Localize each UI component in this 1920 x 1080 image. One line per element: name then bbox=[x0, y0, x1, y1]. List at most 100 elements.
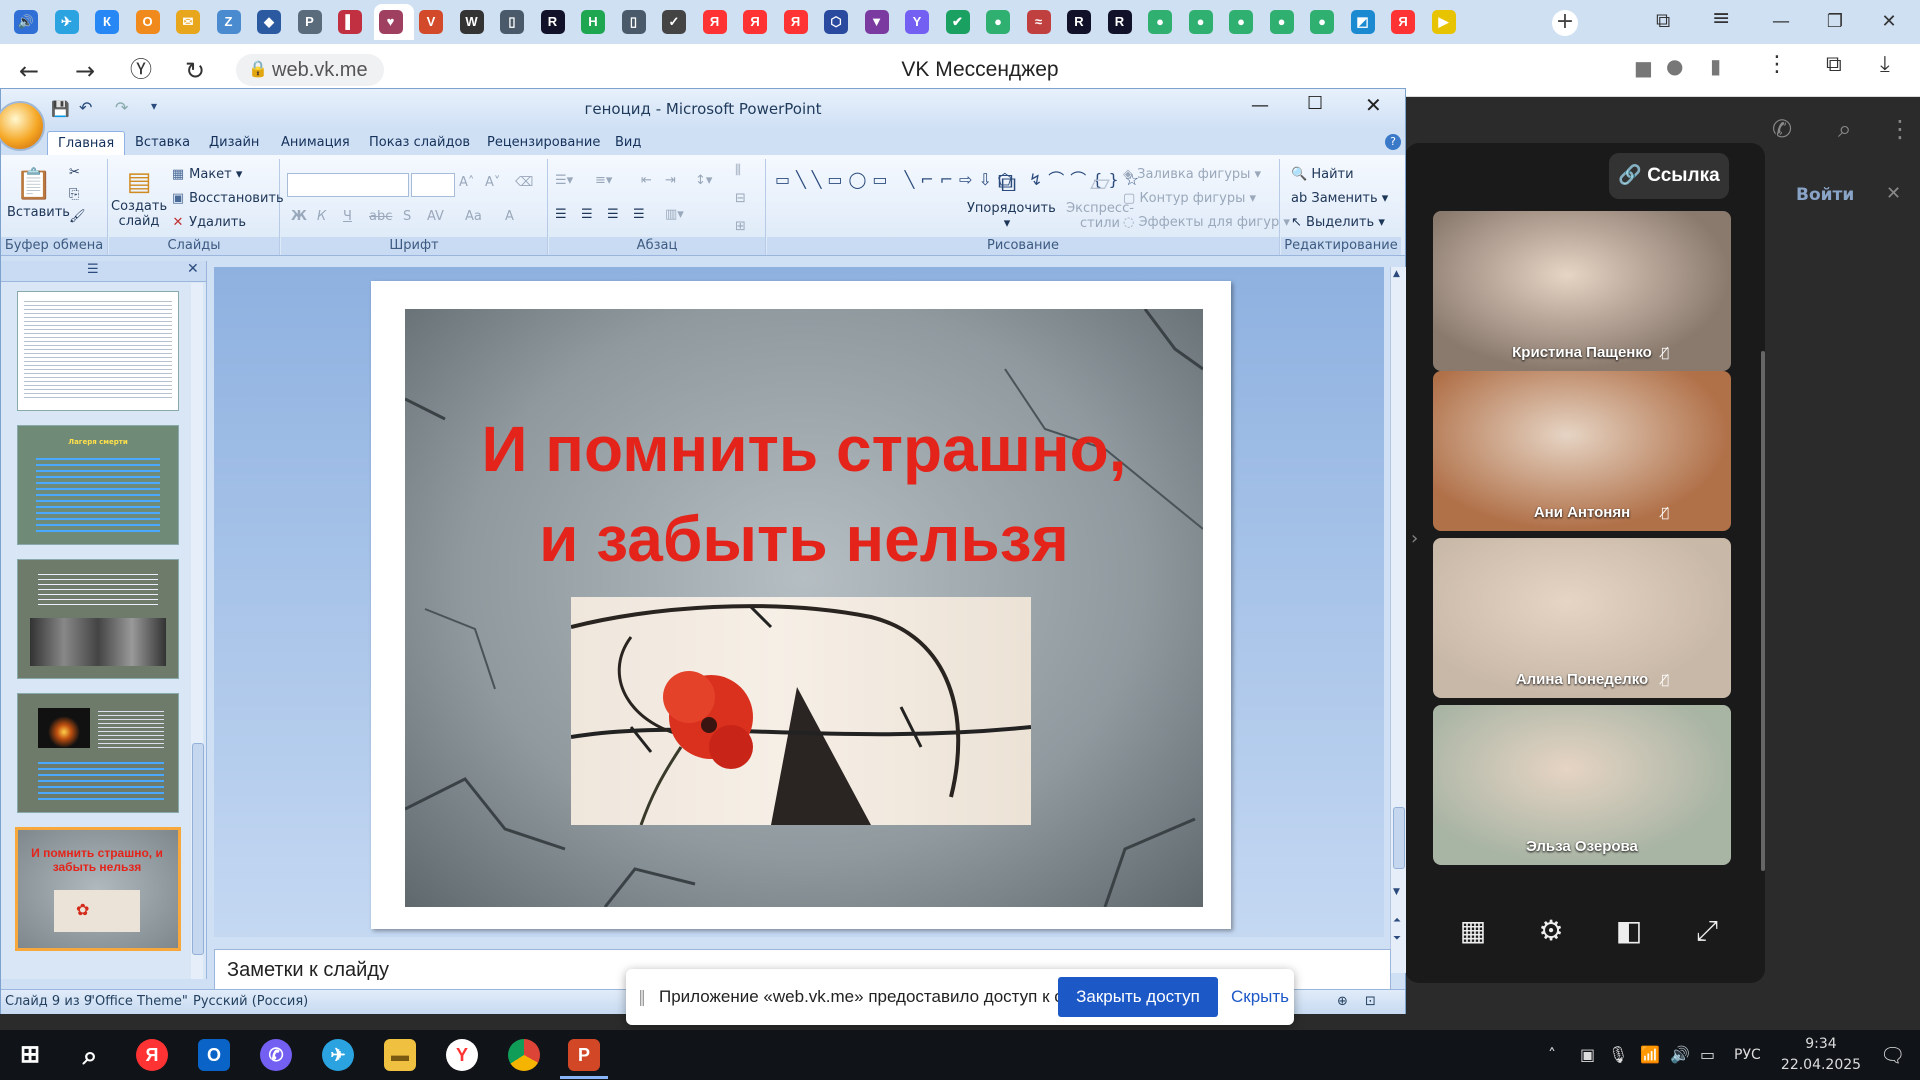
close-banner-icon[interactable]: ✕ bbox=[1886, 183, 1901, 204]
yandex-tab-icon-2[interactable]: Я bbox=[743, 10, 767, 34]
fullscreen-icon[interactable]: ⤢ bbox=[1687, 911, 1727, 951]
clear-format-icon[interactable]: ⌫ bbox=[515, 175, 533, 190]
layout-button[interactable]: ▦ Макет ▾ bbox=[171, 167, 243, 182]
vk-tab-icon[interactable]: К bbox=[95, 10, 119, 34]
tab-icon-31[interactable]: ● bbox=[1229, 10, 1253, 34]
smartart-icon[interactable]: ⊞ bbox=[735, 219, 746, 234]
ppt-maximize-button[interactable]: ☐ bbox=[1307, 93, 1323, 114]
scroll-thumb[interactable] bbox=[192, 743, 204, 955]
drag-handle-icon[interactable]: ‖ bbox=[638, 987, 646, 1006]
tab-slideshow[interactable]: Показ слайдов bbox=[359, 131, 480, 155]
slide-thumbnail-6[interactable]: Лагеря смерти bbox=[17, 425, 179, 545]
rutube-tab-icon-2[interactable]: R bbox=[1067, 10, 1091, 34]
numbering-icon[interactable]: ≡▾ bbox=[595, 173, 612, 188]
case-icon[interactable]: Aa bbox=[465, 209, 482, 224]
italic-icon[interactable]: К bbox=[317, 209, 326, 224]
viber-taskbar-icon[interactable]: ✆ bbox=[260, 1039, 292, 1071]
volume-icon[interactable]: 🔊 bbox=[1670, 1030, 1690, 1080]
tab-review[interactable]: Рецензирование bbox=[477, 131, 610, 155]
align-right-icon[interactable]: ☰ bbox=[607, 207, 619, 222]
theme-name[interactable]: "Office Theme" bbox=[89, 990, 188, 1014]
stop-sharing-button[interactable]: Закрыть доступ bbox=[1058, 977, 1218, 1017]
yandex-browser-taskbar-icon[interactable]: Y bbox=[446, 1039, 478, 1071]
yandex-home-icon[interactable]: Ⓨ bbox=[126, 56, 156, 86]
copy-icon[interactable]: ⎘ bbox=[69, 187, 79, 202]
ppt-close-button[interactable]: ✕ bbox=[1365, 93, 1382, 117]
next-slide-arrow[interactable]: ⏷ bbox=[1393, 933, 1401, 944]
bold-icon[interactable]: Ж bbox=[291, 209, 307, 224]
font-name-combo[interactable] bbox=[287, 173, 409, 197]
chrome-taskbar-icon[interactable] bbox=[508, 1039, 540, 1071]
tab-icon-9[interactable]: ▌ bbox=[338, 10, 362, 34]
new-slide-button[interactable]: ▤ Создать слайд bbox=[111, 165, 167, 229]
forward-icon[interactable]: → bbox=[70, 56, 100, 86]
restore-button[interactable]: ❐ bbox=[1812, 8, 1858, 36]
tab-icon-25[interactable]: ● bbox=[986, 10, 1010, 34]
tab-icon-21[interactable]: ⬡ bbox=[824, 10, 848, 34]
hide-notification-button[interactable]: Скрыть bbox=[1231, 969, 1289, 1025]
format-painter-icon[interactable]: 🖌 bbox=[69, 209, 86, 224]
mail-tab-icon[interactable]: ✉ bbox=[176, 10, 200, 34]
document-tab-icon-2[interactable]: ▯ bbox=[621, 10, 646, 34]
telegram-taskbar-icon[interactable]: ✈ bbox=[322, 1039, 354, 1071]
powerpoint-taskbar-icon[interactable]: P bbox=[568, 1039, 600, 1071]
language-indicator[interactable]: Русский (Россия) bbox=[193, 990, 308, 1014]
yandex-tab-icon-3[interactable]: Я bbox=[783, 10, 808, 34]
previous-slide-arrow[interactable]: ⏶ bbox=[1393, 915, 1401, 926]
increase-indent-icon[interactable]: ⇥ bbox=[665, 173, 676, 188]
current-slide[interactable]: И помнить страшно, и забыть нельзя bbox=[371, 281, 1231, 929]
scroll-down-arrow[interactable]: ▼ bbox=[1393, 887, 1400, 897]
tab-icon-10[interactable]: ♥ bbox=[378, 10, 403, 34]
close-window-button[interactable]: ✕ bbox=[1866, 8, 1912, 36]
hd-tab-icon[interactable]: H bbox=[581, 10, 605, 34]
yandex-taskbar-icon[interactable]: Я bbox=[136, 1039, 168, 1071]
grow-font-icon[interactable]: A˄ bbox=[459, 175, 474, 190]
tab-icon-8[interactable]: P bbox=[297, 10, 322, 34]
select-button[interactable]: ↖ Выделить ▾ bbox=[1291, 215, 1385, 230]
search-icon[interactable]: ⌕ bbox=[1838, 115, 1851, 143]
battery-icon[interactable]: ▭ bbox=[1700, 1030, 1715, 1080]
justify-icon[interactable]: ☰ bbox=[633, 207, 645, 222]
columns-icon[interactable]: ▥▾ bbox=[665, 207, 684, 222]
new-tab-button[interactable]: + bbox=[1552, 10, 1578, 36]
scroll-up-arrow[interactable]: ▲ bbox=[1393, 269, 1400, 279]
more-options-icon[interactable]: ⋮ bbox=[1766, 52, 1788, 77]
search-taskbar-icon[interactable]: ⌕ bbox=[74, 1039, 106, 1071]
settings-icon[interactable]: ⚙ bbox=[1531, 911, 1571, 951]
cut-icon[interactable]: ✂ bbox=[69, 165, 80, 180]
tab-home[interactable]: Главная bbox=[47, 131, 126, 156]
save-icon[interactable]: 💾 bbox=[51, 100, 70, 118]
yandex-tab-icon[interactable]: Я bbox=[702, 10, 727, 34]
line-spacing-icon[interactable]: ↕▾ bbox=[695, 173, 712, 188]
paste-button[interactable]: 📋 Вставить bbox=[7, 165, 70, 220]
menu-icon[interactable]: ≡ bbox=[1712, 6, 1730, 31]
delete-slide-button[interactable]: ✕ Удалить bbox=[171, 215, 246, 230]
bullets-icon[interactable]: ☰▾ bbox=[555, 173, 573, 188]
tab-design[interactable]: Дизайн bbox=[199, 131, 269, 155]
volume-tab-icon[interactable]: 🔊 bbox=[14, 10, 38, 34]
document-tab-icon[interactable]: ▯ bbox=[500, 10, 524, 34]
slide-thumbnail-9[interactable]: И помнить страшно, и забыть нельзя ✿ bbox=[15, 827, 181, 951]
file-explorer-taskbar-icon[interactable]: ▬ bbox=[384, 1039, 416, 1071]
outline-tab-icon[interactable]: ☰ bbox=[87, 262, 99, 277]
shadow-icon[interactable]: S bbox=[403, 209, 411, 224]
tab-icon-6[interactable]: Z bbox=[216, 10, 241, 34]
undo-icon[interactable]: ↶ bbox=[79, 98, 92, 117]
network-icon[interactable]: 📶 bbox=[1640, 1030, 1660, 1080]
ok-tab-icon[interactable]: О bbox=[135, 10, 160, 34]
ppt-minimize-button[interactable]: — bbox=[1251, 95, 1269, 116]
shape-outline-button[interactable]: ▢ Контур фигуры ▾ bbox=[1123, 191, 1256, 206]
quick-access-dropdown-icon[interactable]: ▾ bbox=[151, 99, 157, 113]
participant-tile[interactable]: Кристина Пащенко 🎙̸ bbox=[1433, 211, 1731, 371]
tab-icon-33[interactable]: ● bbox=[1310, 10, 1334, 34]
login-button[interactable]: Войти bbox=[1796, 185, 1854, 205]
telegram-tab-icon[interactable]: ✈ bbox=[54, 10, 79, 34]
downloads-icon[interactable]: ⤓ bbox=[1880, 52, 1890, 77]
camera-icon[interactable]: ■ bbox=[1634, 56, 1653, 80]
tab-icon-36[interactable]: ▶ bbox=[1431, 10, 1456, 34]
reset-button[interactable]: ▣ Восстановить bbox=[171, 191, 284, 206]
zoom-in-icon[interactable]: ⊕ bbox=[1337, 990, 1348, 1014]
slide-thumbnail-5[interactable] bbox=[17, 291, 179, 411]
underline-icon[interactable]: Ч bbox=[343, 209, 352, 224]
decrease-indent-icon[interactable]: ⇤ bbox=[641, 173, 652, 188]
